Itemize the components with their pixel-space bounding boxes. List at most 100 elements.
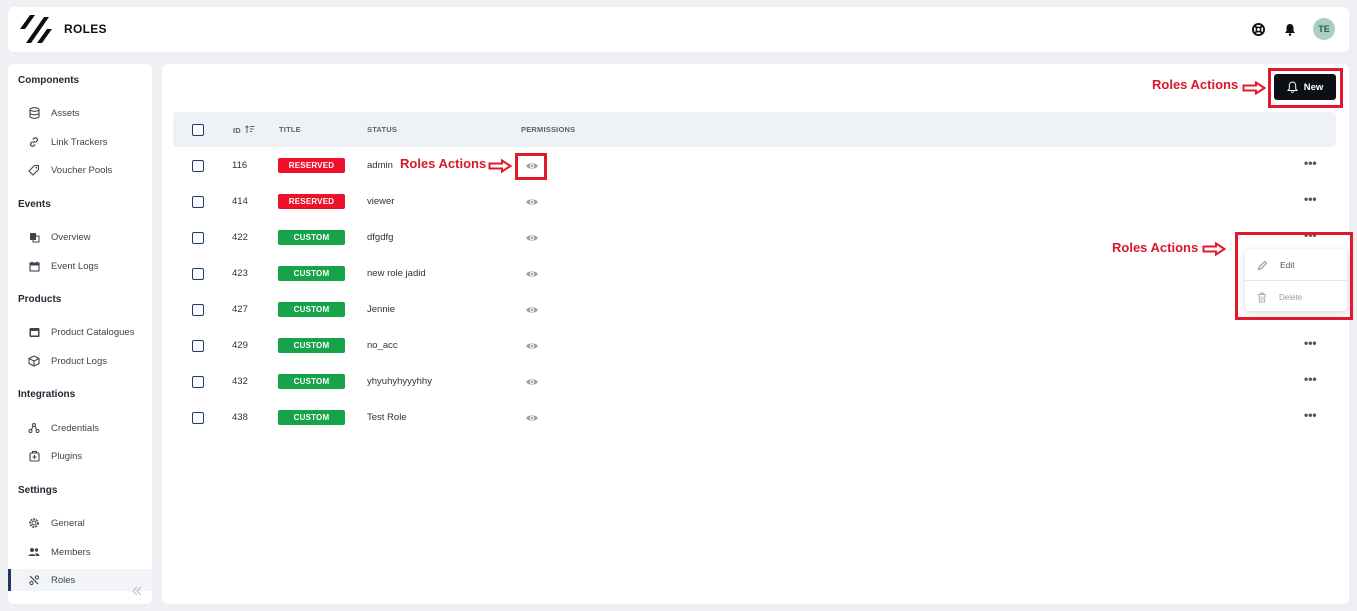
role-name: Test Role <box>367 412 407 423</box>
sidebar-item-label: Plugins <box>51 450 83 462</box>
sidebar-item-label: Product Logs <box>51 355 107 367</box>
row-checkbox[interactable] <box>192 232 204 244</box>
collapse-sidebar-icon[interactable] <box>130 584 144 598</box>
sidebar-item-assets[interactable]: Assets <box>8 102 152 124</box>
box-icon <box>28 355 40 367</box>
sidebar-item-voucher-pools[interactable]: Voucher Pools <box>8 159 152 181</box>
sidebar-item-label: Credentials <box>51 422 100 434</box>
row-actions-button[interactable]: ••• <box>1304 157 1320 170</box>
top-actions: TE <box>1249 18 1335 40</box>
role-type-badge: CUSTOM <box>278 230 345 245</box>
credentials-icon <box>28 422 40 434</box>
role-name: Jennie <box>367 304 395 315</box>
role-type-badge: CUSTOM <box>278 266 345 281</box>
logo-icon[interactable] <box>18 13 52 45</box>
table-row[interactable]: 432 CUSTOM yhyuhyhyyyhhy ••• <box>173 364 1336 400</box>
role-name: dfgdfg <box>367 232 394 243</box>
sidebar-section-events: Events <box>18 199 51 210</box>
row-checkbox[interactable] <box>192 376 204 388</box>
role-name: viewer <box>367 196 395 207</box>
sidebar-item-credentials[interactable]: Credentials <box>8 417 152 439</box>
sidebar-item-product-logs[interactable]: Product Logs <box>8 350 152 372</box>
eye-icon[interactable] <box>525 231 539 245</box>
row-actions-button[interactable]: ••• <box>1304 337 1320 350</box>
sidebar-section-products: Products <box>18 294 62 305</box>
role-id: 423 <box>232 268 248 279</box>
sidebar-section-integrations: Integrations <box>18 389 76 400</box>
catalogue-icon <box>28 326 40 338</box>
sidebar-item-members[interactable]: Members <box>8 541 152 563</box>
annotation-box-permissions <box>515 153 547 180</box>
eye-icon[interactable] <box>525 411 539 425</box>
link-icon <box>28 136 40 148</box>
select-all-checkbox[interactable] <box>192 124 204 136</box>
table-row[interactable]: 429 CUSTOM no_acc ••• <box>173 328 1336 364</box>
sidebar: Components Assets Link Trackers Voucher … <box>8 64 152 604</box>
table-row[interactable]: 427CUSTOMJennie••• <box>173 292 1336 328</box>
sidebar-item-label: Overview <box>51 231 91 243</box>
sidebar-item-event-logs[interactable]: Event Logs <box>8 255 152 277</box>
help-icon[interactable] <box>1249 20 1267 38</box>
sidebar-item-link-trackers[interactable]: Link Trackers <box>8 131 152 153</box>
header-status: STATUS <box>367 125 398 134</box>
row-checkbox[interactable] <box>192 268 204 280</box>
eye-icon[interactable] <box>525 339 539 353</box>
role-name: admin <box>367 160 393 171</box>
annotation-arrow-icon <box>1242 81 1266 95</box>
role-id: 427 <box>232 304 248 315</box>
header-permissions: PERMISSIONS <box>521 125 576 134</box>
sidebar-item-label: Link Trackers <box>51 136 108 148</box>
sidebar-item-label: Roles <box>51 574 76 586</box>
page-title: ROLES <box>64 22 107 36</box>
row-checkbox[interactable] <box>192 304 204 316</box>
table-row[interactable]: 423CUSTOMnew role jadid••• <box>173 256 1336 292</box>
row-actions-button[interactable]: ••• <box>1304 193 1320 206</box>
row-checkbox[interactable] <box>192 340 204 352</box>
role-id: 422 <box>232 232 248 243</box>
user-avatar[interactable]: TE <box>1313 18 1335 40</box>
eye-icon[interactable] <box>525 267 539 281</box>
role-id: 429 <box>232 340 248 351</box>
eye-icon[interactable] <box>525 303 539 317</box>
top-bar: ROLES TE <box>8 7 1349 52</box>
role-id: 414 <box>232 196 248 207</box>
sidebar-item-label: Members <box>51 546 91 558</box>
sidebar-item-plugins[interactable]: Plugins <box>8 445 152 467</box>
calendar-icon <box>28 260 40 272</box>
sort-icon <box>245 125 255 133</box>
role-type-badge: RESERVED <box>278 194 345 209</box>
members-icon <box>28 546 40 558</box>
role-name: new role jadid <box>367 268 426 279</box>
role-type-badge: CUSTOM <box>278 338 345 353</box>
bell-icon[interactable] <box>1281 20 1299 38</box>
row-checkbox[interactable] <box>192 196 204 208</box>
database-icon <box>28 107 40 119</box>
overview-icon <box>28 231 40 243</box>
row-checkbox[interactable] <box>192 160 204 172</box>
annotation-label-permissions: Roles Actions <box>400 156 487 171</box>
role-name: no_acc <box>367 340 398 351</box>
row-actions-button[interactable]: ••• <box>1304 373 1320 386</box>
table-header: ID TITLE STATUS PERMISSIONS <box>173 112 1336 147</box>
row-actions-button[interactable]: ••• <box>1304 409 1320 422</box>
sidebar-item-product-catalogues[interactable]: Product Catalogues <box>8 321 152 343</box>
role-name: yhyuhyhyyyhhy <box>367 376 432 387</box>
sidebar-item-general[interactable]: General <box>8 512 152 534</box>
eye-icon[interactable] <box>525 195 539 209</box>
roles-icon <box>28 574 40 586</box>
plugin-icon <box>28 450 40 462</box>
table-row[interactable]: 438 CUSTOM Test Role ••• <box>173 400 1336 436</box>
role-id: 438 <box>232 412 248 423</box>
role-type-badge: RESERVED <box>278 158 345 173</box>
sidebar-item-label: Product Catalogues <box>51 326 135 338</box>
gear-icon <box>28 517 40 529</box>
table-row[interactable]: 116 RESERVED admin ••• <box>173 148 1336 184</box>
sidebar-item-overview[interactable]: Overview <box>8 226 152 248</box>
header-id[interactable]: ID <box>233 125 255 135</box>
row-checkbox[interactable] <box>192 412 204 424</box>
sidebar-item-label: General <box>51 517 85 529</box>
eye-icon[interactable] <box>525 375 539 389</box>
annotation-arrow-icon <box>1202 242 1226 256</box>
table-row[interactable]: 414 RESERVED viewer ••• <box>173 184 1336 220</box>
role-type-badge: CUSTOM <box>278 374 345 389</box>
